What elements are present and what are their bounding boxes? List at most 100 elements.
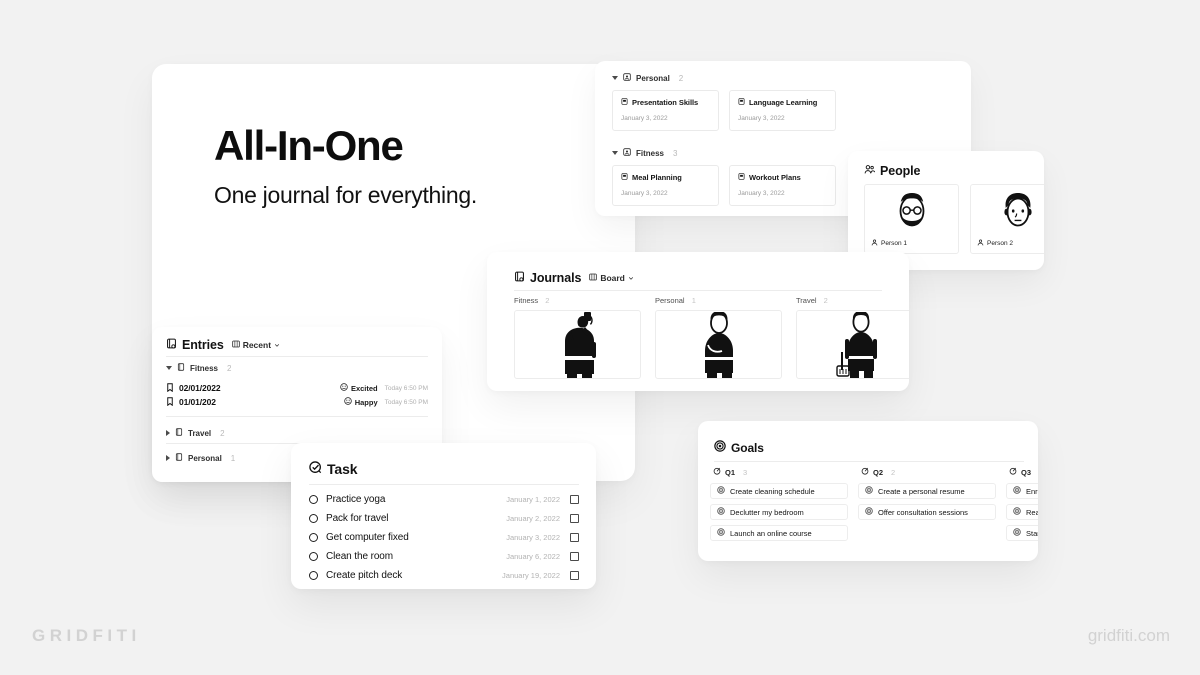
target-small-icon: [865, 486, 873, 496]
board-columns: Fitness 2 Personal 1 Travel 2: [514, 296, 909, 379]
task-row[interactable]: Pack for travel January 2, 2022: [309, 509, 579, 528]
task-list: Practice yoga January 1, 2022 Pack for t…: [309, 490, 579, 585]
target-small-icon: [1013, 486, 1021, 496]
task-checkbox[interactable]: [570, 533, 579, 542]
gallery-card-date: January 3, 2022: [738, 115, 785, 122]
group-header-fitness[interactable]: Fitness 3: [612, 148, 836, 158]
entries-group-fitness[interactable]: Fitness 2: [166, 363, 231, 373]
gallery-card[interactable]: Meal Planning January 3, 2022: [612, 165, 719, 206]
page-icon: [738, 98, 745, 107]
task-date: January 2, 2022: [506, 514, 560, 523]
person-card[interactable]: Person 1: [864, 184, 959, 254]
chevron-down-icon[interactable]: [612, 151, 618, 155]
goals-column-q2: Q2 2 Create a personal resume Offer cons…: [858, 467, 996, 546]
journals-card: Journals Board Fitness 2 Personal 1 Trav…: [487, 252, 909, 391]
person-icon: [977, 239, 984, 248]
target-small-icon: [717, 507, 725, 517]
gallery-card-title: Meal Planning: [632, 173, 682, 182]
goal-item[interactable]: Enroll into coo: [1006, 483, 1038, 499]
task-checkbox[interactable]: [570, 552, 579, 561]
entry-row[interactable]: 01/01/202 Happy Today 6:50 PM: [166, 395, 428, 409]
view-selector-board[interactable]: Board: [589, 273, 634, 283]
column-header[interactable]: Q3 3: [1006, 467, 1038, 477]
chevron-down-icon[interactable]: [612, 76, 618, 80]
column-label: Fitness: [514, 296, 539, 305]
goal-item[interactable]: Read more bo: [1006, 504, 1038, 520]
goal-item[interactable]: Create a personal resume: [858, 483, 996, 499]
status-circle-icon[interactable]: [309, 552, 318, 561]
chevron-down-icon[interactable]: [628, 273, 634, 283]
column-header[interactable]: Travel 2: [796, 296, 909, 305]
task-name: Clean the room: [326, 551, 393, 562]
status-circle-icon[interactable]: [309, 571, 318, 580]
person-label: Person 2: [977, 239, 1013, 248]
task-checkbox[interactable]: [570, 571, 579, 580]
chevron-right-icon[interactable]: [166, 430, 170, 436]
goal-item[interactable]: Start voluntee: [1006, 525, 1038, 541]
task-checkbox[interactable]: [570, 514, 579, 523]
gallery-card[interactable]: Language Learning January 3, 2022: [729, 90, 836, 131]
column-count: 2: [823, 296, 828, 305]
task-name: Pack for travel: [326, 513, 389, 524]
chevron-down-icon[interactable]: [274, 340, 280, 350]
task-row[interactable]: Get computer fixed January 3, 2022: [309, 528, 579, 547]
goal-item[interactable]: Create cleaning schedule: [710, 483, 848, 499]
view-selector-recent[interactable]: Recent: [231, 340, 280, 350]
page-icon: [738, 173, 745, 182]
target-small-icon: [717, 528, 725, 538]
target-small-icon: [717, 486, 725, 496]
task-name: Create pitch deck: [326, 570, 403, 581]
task-checkbox[interactable]: [570, 495, 579, 504]
column-header[interactable]: Personal 1: [655, 296, 782, 305]
gallery-row: Presentation Skills January 3, 2022 Lang…: [612, 90, 836, 131]
status-circle-icon[interactable]: [309, 514, 318, 523]
group-count: 1: [230, 453, 236, 463]
column-label: Q3: [1021, 467, 1032, 477]
task-date: January 1, 2022: [506, 495, 560, 504]
goal-item[interactable]: Offer consultation sessions: [858, 504, 996, 520]
page-icon: [177, 363, 185, 373]
gallery-card[interactable]: Workout Plans January 3, 2022: [729, 165, 836, 206]
task-row[interactable]: Create pitch deck January 19, 2022: [309, 566, 579, 585]
board-column-fitness: Fitness 2: [514, 296, 641, 379]
goal-item[interactable]: Launch an online course: [710, 525, 848, 541]
column-label: Personal: [655, 296, 685, 305]
entry-row[interactable]: 02/01/2022 Excited Today 6:50 PM: [166, 381, 428, 395]
target-small-icon: [865, 507, 873, 517]
entries-group-personal[interactable]: Personal 1: [166, 453, 235, 463]
column-header[interactable]: Fitness 2: [514, 296, 641, 305]
column-header[interactable]: Q2 2: [858, 467, 996, 477]
journal-tile[interactable]: [514, 310, 641, 379]
gallery-card-date: January 3, 2022: [738, 190, 785, 197]
task-row[interactable]: Clean the room January 6, 2022: [309, 547, 579, 566]
journal-tile[interactable]: [796, 310, 909, 379]
group-label: Travel: [188, 428, 212, 438]
view-label: Recent: [242, 340, 272, 350]
gallery-card-title: Presentation Skills: [632, 98, 699, 107]
goal-item[interactable]: Declutter my bedroom: [710, 504, 848, 520]
journal-tile[interactable]: [655, 310, 782, 379]
gallery-card[interactable]: Presentation Skills January 3, 2022: [612, 90, 719, 131]
entry-title: 01/01/202: [179, 397, 216, 407]
board-column-personal: Personal 1: [655, 296, 782, 379]
column-header[interactable]: Q1 3: [710, 467, 848, 477]
goal-label: Read more bo: [1026, 507, 1038, 517]
column-count: 2: [891, 467, 896, 477]
page-subtitle: One journal for everything.: [214, 182, 477, 208]
person-card[interactable]: Person 2: [970, 184, 1044, 254]
status-circle-icon[interactable]: [309, 495, 318, 504]
goal-label: Launch an online course: [730, 528, 812, 538]
view-label: Board: [600, 273, 625, 283]
journal-icon: [514, 271, 525, 285]
status-circle-icon[interactable]: [309, 533, 318, 542]
page-icon: [621, 173, 628, 182]
group-header-personal[interactable]: Personal 2: [612, 73, 836, 83]
board-column-travel: Travel 2: [796, 296, 909, 379]
goals-columns: Q1 3 Create cleaning schedule Declutter …: [710, 467, 1038, 546]
chevron-right-icon[interactable]: [166, 455, 170, 461]
entries-group-travel[interactable]: Travel 2: [166, 428, 225, 438]
task-row[interactable]: Practice yoga January 1, 2022: [309, 490, 579, 509]
group-count: 2: [678, 73, 684, 83]
chevron-down-icon[interactable]: [166, 366, 172, 370]
goals-card-header: Goals: [714, 440, 764, 455]
